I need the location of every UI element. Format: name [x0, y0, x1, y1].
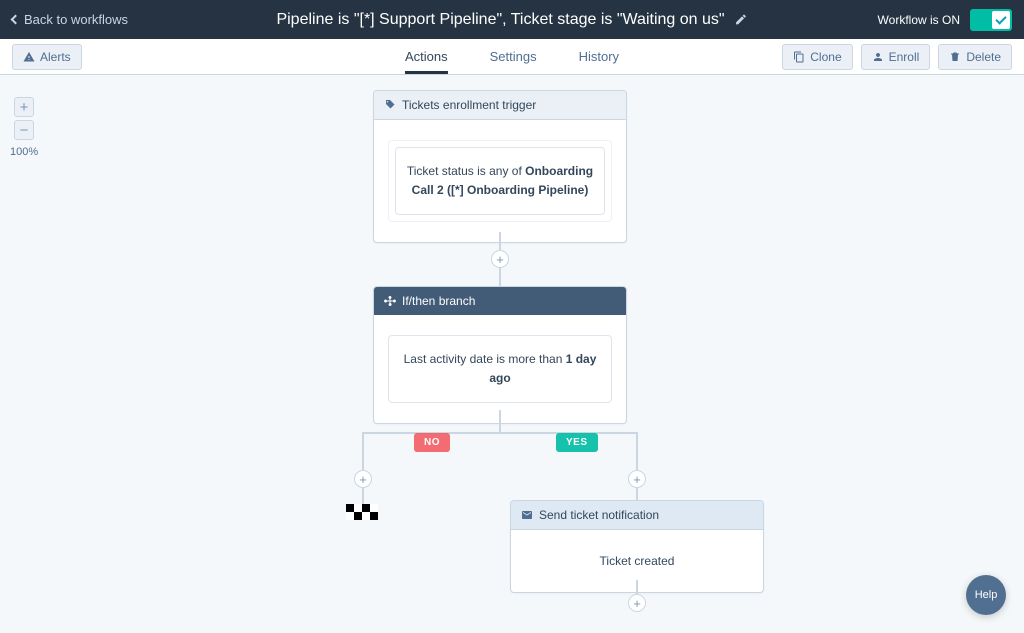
- enroll-label: Enroll: [889, 50, 920, 64]
- enroll-icon: [872, 51, 884, 63]
- branch-body: Last activity date is more than 1 day ag…: [374, 315, 626, 423]
- connector-line: [499, 232, 501, 250]
- toggle-knob: [992, 11, 1010, 29]
- zoom-controls: + − 100%: [10, 97, 38, 158]
- trigger-criteria: Ticket status is any of Onboarding Call …: [395, 147, 605, 215]
- workflow-canvas[interactable]: + − 100% Tickets enrollment trigger Tick…: [0, 75, 1024, 633]
- tag-icon: [384, 99, 396, 111]
- trigger-header: Tickets enrollment trigger: [374, 91, 626, 120]
- connector-line: [636, 432, 638, 470]
- branch-no-label: NO: [414, 433, 450, 452]
- connector-line: [499, 410, 501, 432]
- tab-actions[interactable]: Actions: [405, 39, 448, 74]
- chevron-left-icon: [11, 15, 21, 25]
- trigger-mid: is any of: [474, 164, 525, 178]
- sub-toolbar: Alerts Actions Settings History Clone En…: [0, 39, 1024, 75]
- warning-icon: [23, 51, 35, 63]
- connector-line: [636, 488, 638, 500]
- finish-flag-icon: [346, 504, 378, 524]
- connector-line: [362, 488, 364, 504]
- help-button[interactable]: Help: [966, 575, 1006, 615]
- connector-line: [362, 432, 364, 470]
- branch-prefix: Last activity date: [404, 352, 493, 366]
- workflow-title: Pipeline is "[*] Support Pipeline", Tick…: [276, 11, 724, 29]
- zoom-out-button[interactable]: −: [14, 120, 34, 140]
- branch-mid: is more than: [493, 352, 566, 366]
- branch-yes-label: YES: [556, 433, 598, 452]
- enroll-button[interactable]: Enroll: [861, 44, 931, 70]
- trigger-header-label: Tickets enrollment trigger: [402, 98, 536, 112]
- notification-header-label: Send ticket notification: [539, 508, 659, 522]
- zoom-in-button[interactable]: +: [14, 97, 34, 117]
- tab-history[interactable]: History: [579, 39, 619, 74]
- clone-label: Clone: [810, 50, 841, 64]
- connector-line: [636, 580, 638, 594]
- branch-header-label: If/then branch: [402, 294, 475, 308]
- edit-title-icon[interactable]: [735, 13, 748, 26]
- connector-line: [499, 268, 501, 286]
- app-header: Back to workflows Pipeline is "[*] Suppo…: [0, 0, 1024, 39]
- clone-icon: [793, 51, 805, 63]
- notification-header: Send ticket notification: [511, 501, 763, 530]
- trigger-node[interactable]: Tickets enrollment trigger Ticket status…: [373, 90, 627, 243]
- add-action-after-notify-button[interactable]: +: [628, 594, 646, 612]
- branch-header: If/then branch: [374, 287, 626, 315]
- delete-button[interactable]: Delete: [938, 44, 1012, 70]
- mail-icon: [521, 509, 533, 521]
- trigger-body: Ticket status is any of Onboarding Call …: [374, 120, 626, 242]
- alerts-label: Alerts: [40, 50, 71, 64]
- tabs: Actions Settings History: [405, 39, 619, 74]
- branch-icon: [384, 295, 396, 307]
- workflow-title-wrap: Pipeline is "[*] Support Pipeline", Tick…: [276, 11, 747, 29]
- alerts-button[interactable]: Alerts: [12, 44, 82, 70]
- add-action-button[interactable]: +: [491, 250, 509, 268]
- delete-label: Delete: [966, 50, 1001, 64]
- trash-icon: [949, 51, 961, 63]
- branch-criteria: Last activity date is more than 1 day ag…: [388, 335, 612, 403]
- tab-settings[interactable]: Settings: [490, 39, 537, 74]
- right-buttons: Clone Enroll Delete: [782, 44, 1012, 70]
- back-label: Back to workflows: [24, 12, 128, 27]
- back-to-workflows-link[interactable]: Back to workflows: [12, 12, 128, 27]
- check-icon: [995, 13, 1006, 24]
- branch-node[interactable]: If/then branch Last activity date is mor…: [373, 286, 627, 424]
- clone-button[interactable]: Clone: [782, 44, 852, 70]
- workflow-toggle[interactable]: [970, 9, 1012, 31]
- add-action-yes-button[interactable]: +: [628, 470, 646, 488]
- add-action-no-button[interactable]: +: [354, 470, 372, 488]
- header-right: Workflow is ON: [878, 9, 1012, 31]
- workflow-status-label: Workflow is ON: [878, 13, 960, 27]
- trigger-prefix: Ticket status: [407, 164, 474, 178]
- zoom-level-label: 100%: [10, 146, 38, 158]
